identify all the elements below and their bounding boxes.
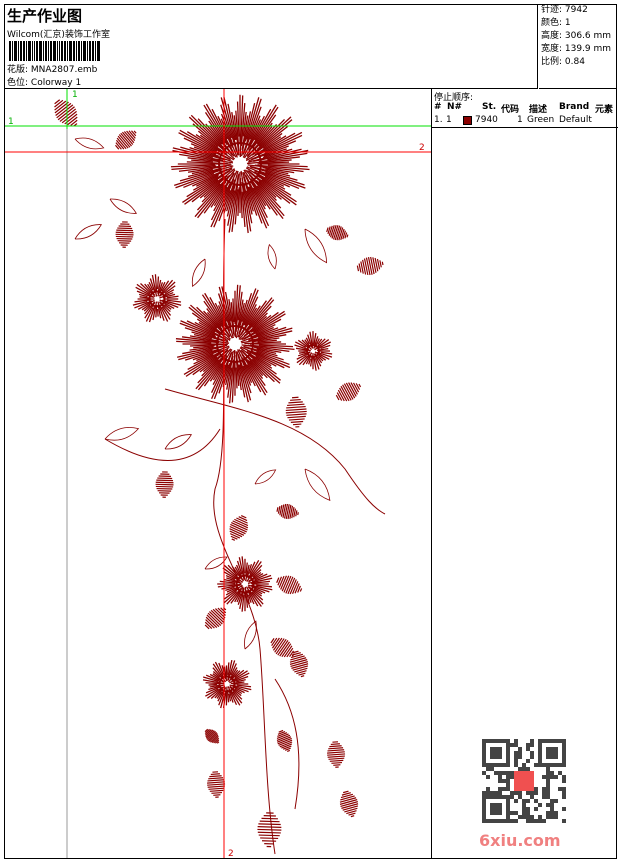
row-brand: Default <box>559 115 592 125</box>
header: 生产作业图 Wilcom(汇京)装饰工作室 花版: MNA2807.emb 色位… <box>4 4 538 89</box>
table-row[interactable]: 1. 1 7940 1 Green Default <box>433 115 617 127</box>
col-element: 元素 <box>595 102 613 115</box>
page-title: 生产作业图 <box>7 5 82 26</box>
col-description: 描述 <box>529 102 547 115</box>
red-v-label: 2 <box>228 849 234 858</box>
watermark-logo: 6xiu.com <box>479 831 561 850</box>
color-count: 颜色: 1 <box>539 17 617 30</box>
divider <box>432 127 618 128</box>
colorway: 色位: Colorway 1 <box>7 75 81 88</box>
red-h-label: 2 <box>419 143 425 153</box>
col-n: N# <box>447 102 462 112</box>
seal-stamp <box>514 771 534 791</box>
qr-code <box>482 739 566 823</box>
row-code: 1 <box>517 115 523 125</box>
col-brand: Brand <box>559 102 589 112</box>
design-height: 高度: 306.6 mm <box>539 30 617 43</box>
table-header: # N# St. 代码 描述 Brand 元素 <box>433 102 617 114</box>
colorway-value: Colorway 1 <box>31 78 81 88</box>
embroidery-drawing: 1 1 2 2 <box>5 89 431 858</box>
row-n: 1 <box>446 115 452 125</box>
design-label: 花版: <box>7 65 28 75</box>
stop-sequence-panel: 停止顺序: # N# St. 代码 描述 Brand 元素 1. 1 7940 … <box>431 89 617 859</box>
row-description: Green <box>527 115 554 125</box>
row-index: 1. <box>434 115 443 125</box>
colorway-label: 色位: <box>7 78 28 88</box>
col-code: 代码 <box>501 102 519 115</box>
company-name: Wilcom(汇京)装饰工作室 <box>7 27 110 40</box>
col-index: # <box>434 102 442 112</box>
design-info: 针迹: 7942 颜色: 1 高度: 306.6 mm 宽度: 139.9 mm… <box>539 4 617 89</box>
green-h-label: 1 <box>8 117 14 127</box>
green-v-label: 1 <box>72 90 78 100</box>
embroidery-preview: 1 1 2 2 <box>5 89 431 858</box>
barcode <box>9 41 121 61</box>
design-file: 花版: MNA2807.emb <box>7 62 97 75</box>
design-scale: 比例: 0.84 <box>539 56 617 69</box>
row-stitches: 7940 <box>475 115 498 125</box>
stitch-count: 针迹: 7942 <box>539 4 617 17</box>
design-value: MNA2807.emb <box>31 65 97 75</box>
design-width: 宽度: 139.9 mm <box>539 43 617 56</box>
embroidery-design <box>55 95 385 854</box>
col-stitches: St. <box>482 102 496 112</box>
color-swatch <box>463 116 472 125</box>
